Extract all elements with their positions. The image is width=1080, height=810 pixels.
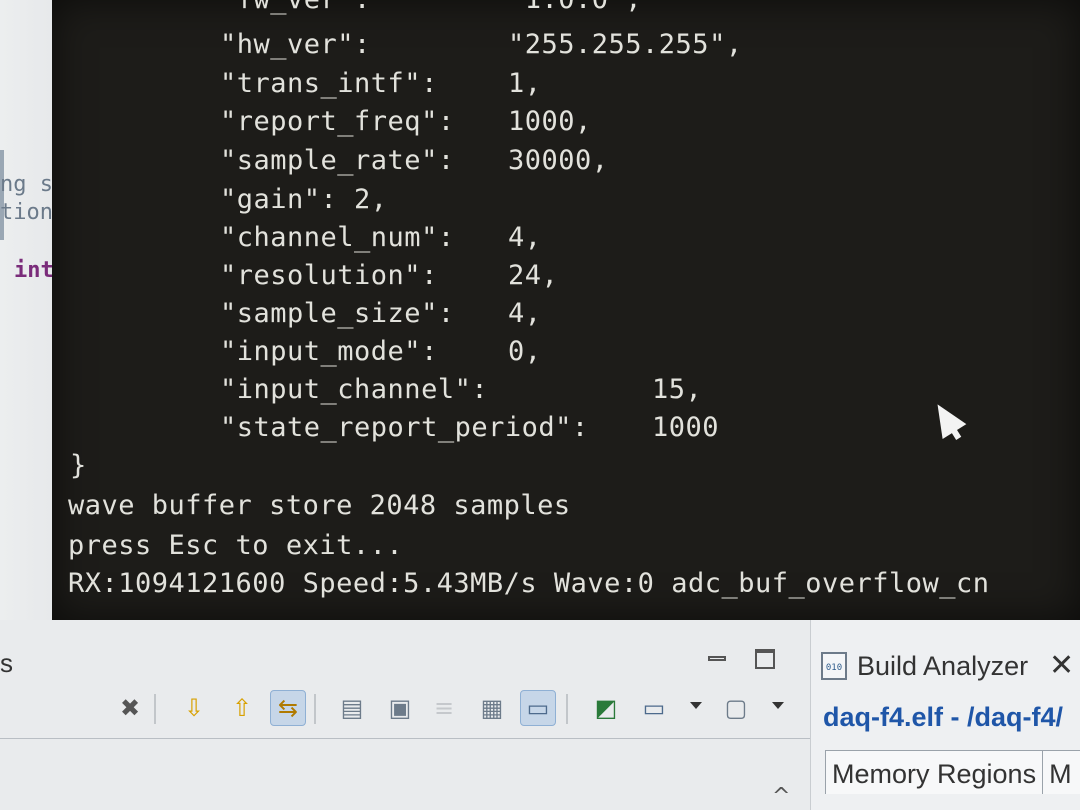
analyzer-tabs: Memory Regions M [825,750,1080,794]
tab-build-analyzer[interactable]: 010 Build Analyzer [821,646,1028,686]
tab-memory-details[interactable]: M [1043,750,1080,794]
new-console-icon[interactable]: ▢ [718,690,754,726]
config-value: 1000, [508,106,592,137]
status-line: RX:1094121600 Speed:5.43MB/s Wave:0 adc_… [68,568,990,599]
toolbar-separator [154,694,156,724]
config-key: "input_mode": [220,336,438,367]
config-value: "255.255.255", [508,29,743,60]
toolbar-separator [314,694,316,724]
console-icon[interactable]: ▭ [520,690,556,726]
chevron-down-icon[interactable] [690,702,702,709]
close-icon[interactable]: ✕ [1049,648,1074,683]
config-key: "hw_ver": [220,29,371,60]
config-key: "resolution": [220,260,438,291]
config-key: "sample_rate": [220,145,455,176]
tab-memory-regions[interactable]: Memory Regions [825,750,1044,794]
config-value: 4, [508,298,542,329]
panel-label-fragment: s [0,648,13,678]
minimize-view-button[interactable] [704,646,730,672]
link-icon[interactable]: ⇆ [270,690,306,726]
config-key: "channel_num": [220,222,455,253]
config-key: "fw_ver": [220,0,371,15]
config-key: "trans_intf": [220,68,438,99]
scroll-lock-down-icon[interactable]: ⇩ [176,690,212,726]
close-brace: } [70,450,87,481]
display-icon[interactable]: ▤ [334,690,370,726]
buffer-info-line: wave buffer store 2048 samples [68,490,571,521]
monitor-icon[interactable]: ▭ [636,690,672,726]
config-value: 30000, [508,145,609,176]
config-key: "input_channel": [220,374,489,405]
editor-text-fragment: ng s [0,172,53,197]
config-key: "report_freq": [220,106,455,137]
ide-console-panel: s ✖ ⇩ ⇧ ⇆ ▤ ▣ ≡ ▦ ▭ ◩ ▭ ▢ ^ 010 Build An… [0,620,1080,810]
config-value: "1.0.0", [508,0,642,15]
toolbar-separator [566,694,568,724]
elf-path-link[interactable]: daq-f4.elf - /daq-f4/ [823,702,1063,733]
build-analyzer-panel: 010 Build Analyzer ✕ daq-f4.elf - /daq-f… [810,620,1080,810]
exit-hint-line: press Esc to exit... [68,530,404,561]
open-console-icon[interactable]: ◩ [588,690,624,726]
config-value: 1000 [652,412,720,443]
maximize-view-button[interactable] [752,646,778,672]
config-key: "gain": 2, [220,184,388,215]
config-key: "state_report_period": [220,412,589,443]
build-analyzer-icon: 010 [821,652,847,680]
terminal-output: "fw_ver": "1.0.0", "hw_ver": "255.255.25… [52,0,1080,620]
scroll-lock-up-icon[interactable]: ⇧ [224,690,260,726]
config-value: 4, [508,222,542,253]
config-value: 15, [652,374,703,405]
tab-label: Build Analyzer [857,650,1029,681]
chevron-down-icon[interactable] [772,702,784,709]
config-value: 24, [508,260,559,291]
word-wrap-icon[interactable]: ≡ [426,690,462,726]
pin-icon[interactable]: ▣ [382,690,418,726]
config-value: 1, [508,68,542,99]
remove-all-icon[interactable]: ✖ [112,690,148,726]
config-key: "sample_size": [220,298,455,329]
config-value: 0, [508,336,542,367]
clear-icon[interactable]: ▦ [474,690,510,726]
editor-text-fragment: tion [0,200,53,225]
code-editor-strip: ng s tion int [0,0,60,625]
terminal-window[interactable]: "fw_ver": "1.0.0", "hw_ver": "255.255.25… [52,0,1080,620]
chevron-up-icon[interactable]: ^ [772,784,790,809]
